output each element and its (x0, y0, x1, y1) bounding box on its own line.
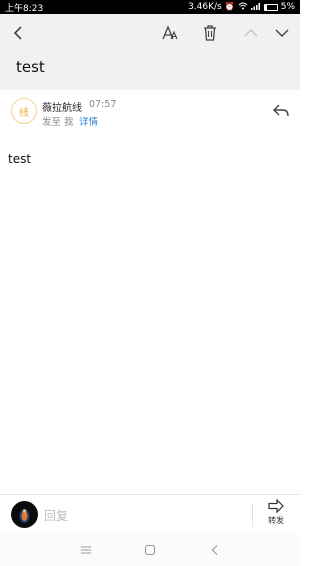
back-arrow-icon (13, 26, 22, 40)
email-time: 07:57 (89, 99, 117, 110)
reply-input[interactable]: 回复 (44, 507, 68, 524)
next-email-button[interactable] (271, 22, 293, 44)
battery-icon (263, 3, 278, 11)
chevron-up-icon (244, 29, 258, 37)
system-back-button[interactable] (207, 542, 223, 558)
back-button[interactable] (7, 22, 29, 44)
previous-email-button[interactable] (240, 22, 262, 44)
details-link[interactable]: 详情 (79, 114, 98, 128)
reply-icon (273, 104, 289, 117)
trash-icon (204, 25, 216, 41)
chevron-down-icon (275, 29, 289, 37)
network-speed: 3.46K/s (188, 2, 222, 12)
alarm-icon: ⏰ (224, 2, 235, 11)
forward-button[interactable]: 转发 (262, 499, 290, 531)
signal-icon (250, 2, 261, 12)
nav-back-icon (211, 545, 218, 555)
menu-icon (81, 546, 91, 554)
sender-name[interactable]: 薇拉航线 (42, 99, 82, 114)
battery-level: 5% (280, 2, 295, 12)
email-body: test (8, 152, 32, 166)
email-toolbar: test (0, 14, 300, 90)
delete-button[interactable] (199, 22, 221, 44)
forward-icon (268, 499, 284, 513)
home-button[interactable] (142, 542, 158, 558)
reply-bar: 回复 转发 (0, 494, 300, 534)
email-detail-screen: 上午8:23 3.46K/s ⏰ 5% test 线 薇拉航线 07:57 发至… (0, 0, 300, 566)
system-nav-bar (0, 534, 300, 566)
email-subject: test (16, 58, 45, 76)
font-size-icon (162, 25, 178, 40)
recipient-label: 发至 我 (42, 117, 74, 128)
reply-divider (252, 503, 253, 527)
home-icon (144, 544, 156, 556)
forward-label: 转发 (268, 516, 284, 525)
reply-button[interactable] (272, 102, 290, 120)
wifi-icon (238, 2, 248, 12)
status-time: 上午8:23 (5, 3, 44, 14)
menu-button[interactable] (78, 542, 94, 558)
status-indicators: 3.46K/s ⏰ 5% (188, 2, 295, 12)
font-size-button[interactable] (159, 22, 181, 44)
user-avatar (11, 501, 38, 528)
sender-avatar[interactable]: 线 (11, 98, 37, 124)
status-bar: 上午8:23 3.46K/s ⏰ 5% (0, 0, 300, 14)
sender-info: 线 薇拉航线 07:57 发至 我 详情 (0, 90, 300, 134)
